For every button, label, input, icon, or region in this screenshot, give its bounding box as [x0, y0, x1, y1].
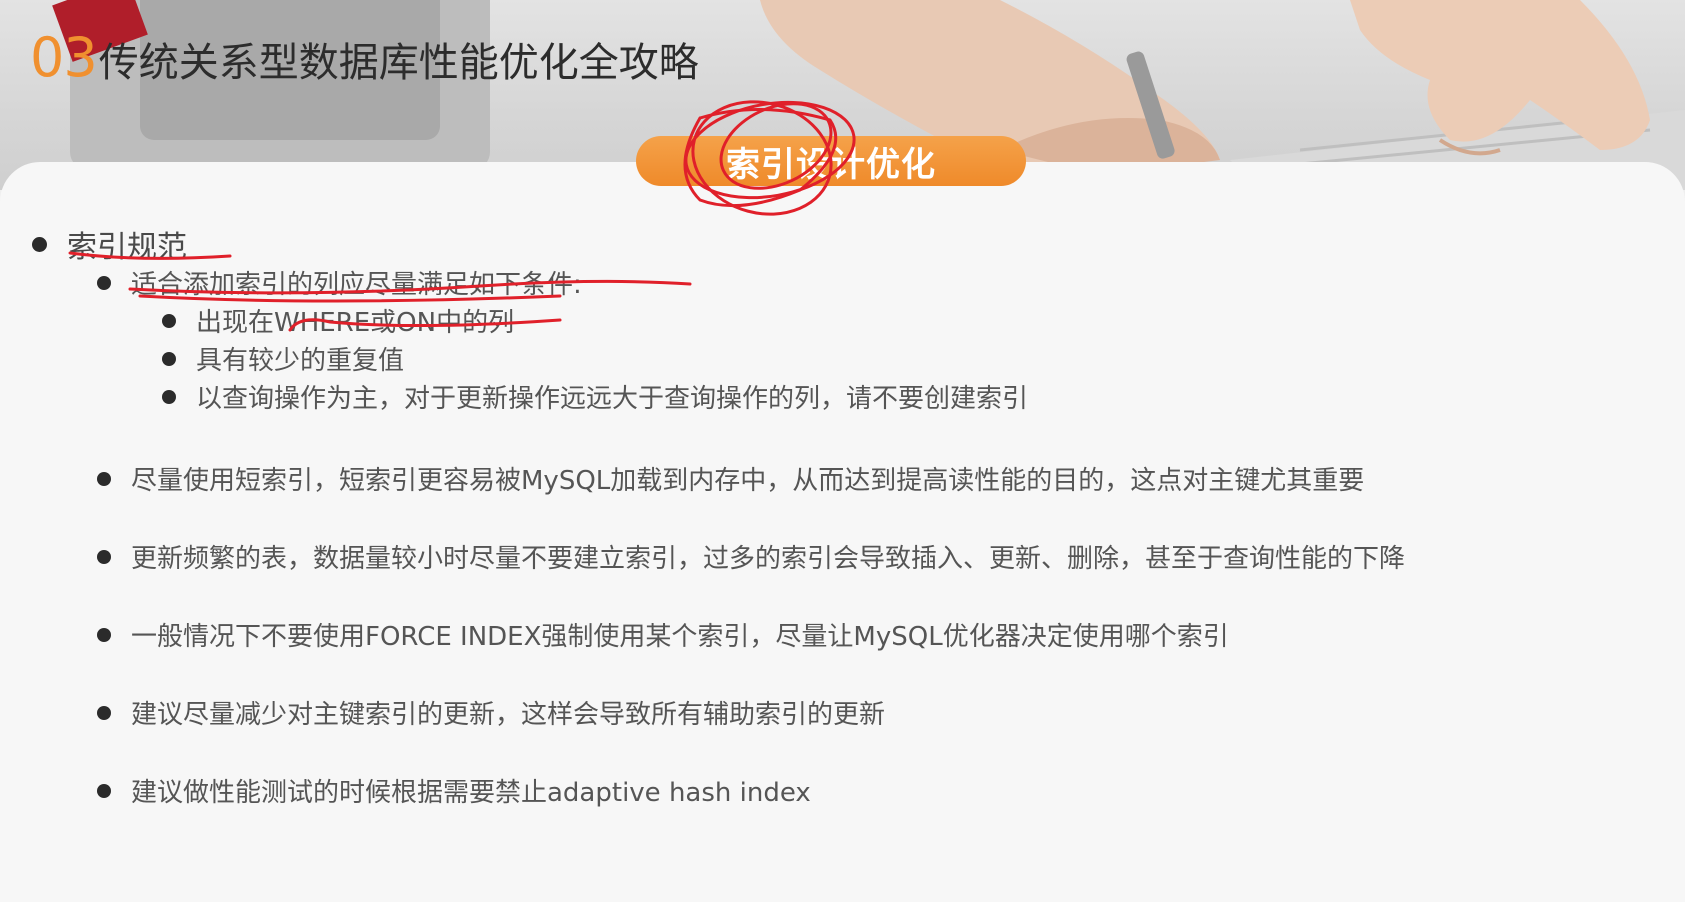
- bullet-icon: [97, 705, 111, 720]
- bullet-icon: [162, 351, 176, 366]
- heading-row: 索引规范: [32, 222, 187, 266]
- list-item-text: 尽量使用短索引，短索引更容易被MySQL加载到内存中，从而达到提高读性能的目的，…: [131, 466, 1365, 496]
- bullet-icon: [97, 783, 111, 798]
- sub-list-item-text: 以查询操作为主，对于更新操作远远大于查询操作的列，请不要创建索引: [196, 384, 1029, 414]
- sub-list-item-text: 出现在WHERE或ON中的列: [196, 308, 515, 338]
- list-item-text: 建议做性能测试的时候根据需要禁止adaptive hash index: [131, 778, 811, 808]
- bullet-icon: [97, 471, 111, 486]
- bullet-icon: [162, 389, 176, 404]
- list-item: 建议做性能测试的时候根据需要禁止adaptive hash index: [97, 772, 811, 809]
- list-item: 更新频繁的表，数据量较小时尽量不要建立索引，过多的索引会导致插入、更新、删除，甚…: [97, 538, 1405, 575]
- list-item: 一般情况下不要使用FORCE INDEX强制使用某个索引，尽量让MySQL优化器…: [97, 616, 1229, 653]
- bullet-icon: [97, 627, 111, 642]
- bullet-icon: [97, 549, 111, 564]
- list-item: 尽量使用短索引，短索引更容易被MySQL加载到内存中，从而达到提高读性能的目的，…: [97, 460, 1364, 497]
- bullet-icon: [32, 236, 47, 252]
- list-item: 建议尽量减少对主键索引的更新，这样会导致所有辅助索引的更新: [97, 694, 885, 731]
- list-item-text: 适合添加索引的列应尽量满足如下条件:: [131, 270, 582, 300]
- sub-list-item: 具有较少的重复值: [162, 340, 404, 377]
- sub-list-item-text: 具有较少的重复值: [196, 346, 405, 376]
- list-item-text: 建议尽量减少对主键索引的更新，这样会导致所有辅助索引的更新: [131, 700, 886, 730]
- bullet-icon: [162, 313, 176, 328]
- sub-list-item: 出现在WHERE或ON中的列: [162, 302, 514, 339]
- list-item: 适合添加索引的列应尽量满足如下条件:: [97, 264, 582, 301]
- list-item-text: 更新频繁的表，数据量较小时尽量不要建立索引，过多的索引会导致插入、更新、删除，甚…: [131, 544, 1406, 574]
- section-heading: 索引规范: [67, 230, 187, 265]
- sub-list-item: 以查询操作为主，对于更新操作远远大于查询操作的列，请不要创建索引: [162, 378, 1028, 415]
- bullet-list: 索引规范 适合添加索引的列应尽量满足如下条件: 出现在WHERE或ON中的列 具…: [0, 0, 1685, 890]
- list-item-text: 一般情况下不要使用FORCE INDEX强制使用某个索引，尽量让MySQL优化器…: [131, 622, 1229, 652]
- bullet-icon: [97, 275, 111, 290]
